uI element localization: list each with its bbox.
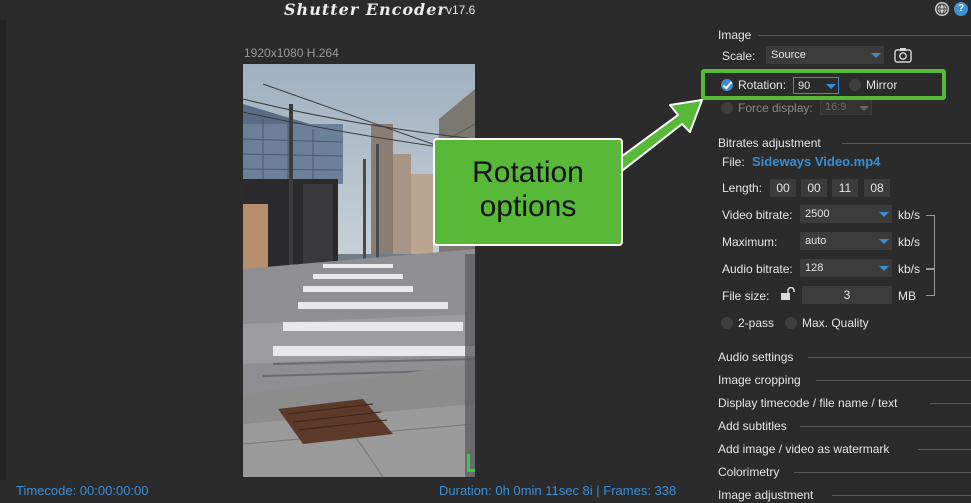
- section-image-adjustment[interactable]: Image adjustment: [718, 488, 813, 502]
- maximum-value: auto: [805, 235, 827, 247]
- section-divider: [816, 380, 971, 381]
- section-divider: [808, 357, 971, 358]
- length-seconds-field[interactable]: 11: [832, 179, 858, 197]
- length-frames-field[interactable]: 08: [864, 179, 890, 197]
- length-minutes-field[interactable]: 00: [801, 179, 827, 197]
- file-size-field[interactable]: 3: [802, 286, 892, 304]
- callout-line-2: options: [479, 190, 577, 223]
- chevron-down-icon: [875, 233, 891, 249]
- force-display-select[interactable]: 16:9: [820, 99, 872, 115]
- file-label: File:: [722, 155, 745, 169]
- two-pass-label: 2-pass: [738, 316, 775, 330]
- scale-label: Scale:: [722, 49, 756, 63]
- kbs-unit: kb/s: [898, 235, 921, 249]
- help-button[interactable]: ?: [954, 2, 968, 16]
- bitrates-section-title[interactable]: Bitrates adjustment: [718, 136, 821, 150]
- force-display-label: Force display:: [738, 101, 813, 115]
- force-display-value: 16:9: [825, 101, 847, 113]
- maximum-label: Maximum:: [722, 235, 778, 249]
- two-pass-checkbox[interactable]: [721, 317, 733, 329]
- file-size-label: File size:: [722, 289, 770, 303]
- timecode-display: Timecode: 00:00:00:00: [16, 483, 149, 498]
- kbs-unit: kb/s: [898, 262, 921, 276]
- video-bitrate-value: 2500: [805, 208, 830, 220]
- app-version: v17.6: [446, 3, 476, 17]
- section-divider: [794, 472, 971, 473]
- audio-bitrate-select[interactable]: 128: [800, 259, 892, 277]
- video-preview[interactable]: [243, 64, 475, 477]
- mb-unit: MB: [898, 289, 916, 303]
- duration-display: Duration: 0h 0min 11sec 8i | Frames: 338: [439, 483, 677, 498]
- rotation-callout: Rotation options: [433, 138, 623, 246]
- scale-select[interactable]: Source: [766, 46, 884, 64]
- max-quality-checkbox[interactable]: [785, 317, 797, 329]
- section-divider: [918, 449, 971, 450]
- kbs-unit: kb/s: [898, 208, 921, 222]
- section-add-watermark[interactable]: Add image / video as watermark: [718, 442, 889, 456]
- audio-bitrate-label: Audio bitrate:: [722, 262, 793, 276]
- bracket-line: [926, 269, 935, 296]
- left-edge-panel: [0, 20, 6, 480]
- force-display-checkbox[interactable]: [721, 102, 733, 114]
- section-image-cropping[interactable]: Image cropping: [718, 373, 801, 387]
- section-divider: [832, 495, 971, 496]
- screenshot-icon[interactable]: [894, 47, 912, 66]
- section-divider: [800, 426, 971, 427]
- max-quality-label: Max. Quality: [802, 316, 869, 330]
- image-section-title[interactable]: Image: [718, 28, 751, 42]
- section-add-subtitles[interactable]: Add subtitles: [718, 419, 787, 433]
- bracket-line: [926, 215, 935, 269]
- section-display-timecode[interactable]: Display timecode / file name / text: [718, 396, 897, 410]
- scale-value: Source: [771, 49, 806, 61]
- section-divider: [842, 143, 971, 144]
- section-audio-settings[interactable]: Audio settings: [718, 350, 793, 364]
- chevron-down-icon: [875, 206, 891, 222]
- maximum-bitrate-select[interactable]: auto: [800, 232, 892, 250]
- section-divider: [930, 403, 971, 404]
- section-colorimetry[interactable]: Colorimetry: [718, 465, 779, 479]
- street-scene-image: [243, 64, 475, 477]
- section-divider: [758, 35, 971, 36]
- unlock-icon[interactable]: [780, 286, 796, 304]
- globe-icon[interactable]: [935, 2, 949, 16]
- chevron-down-icon: [867, 47, 883, 63]
- app-title: Shutter Encoder: [284, 0, 447, 19]
- length-hours-field[interactable]: 00: [770, 179, 796, 197]
- file-name: Sideways Video.mp4: [752, 154, 881, 169]
- length-label: Length:: [722, 181, 763, 195]
- chevron-down-icon: [875, 260, 891, 276]
- video-info: 1920x1080 H.264: [244, 46, 339, 60]
- video-bitrate-select[interactable]: 2500: [800, 205, 892, 223]
- video-bitrate-label: Video bitrate:: [722, 208, 793, 222]
- chevron-down-icon: [855, 100, 871, 114]
- rotation-highlight-box: [701, 69, 946, 100]
- callout-line-1: Rotation: [472, 156, 584, 189]
- audio-bitrate-value: 128: [805, 262, 824, 274]
- title-bar: Shutter Encoder v17.6 ?: [0, 0, 971, 20]
